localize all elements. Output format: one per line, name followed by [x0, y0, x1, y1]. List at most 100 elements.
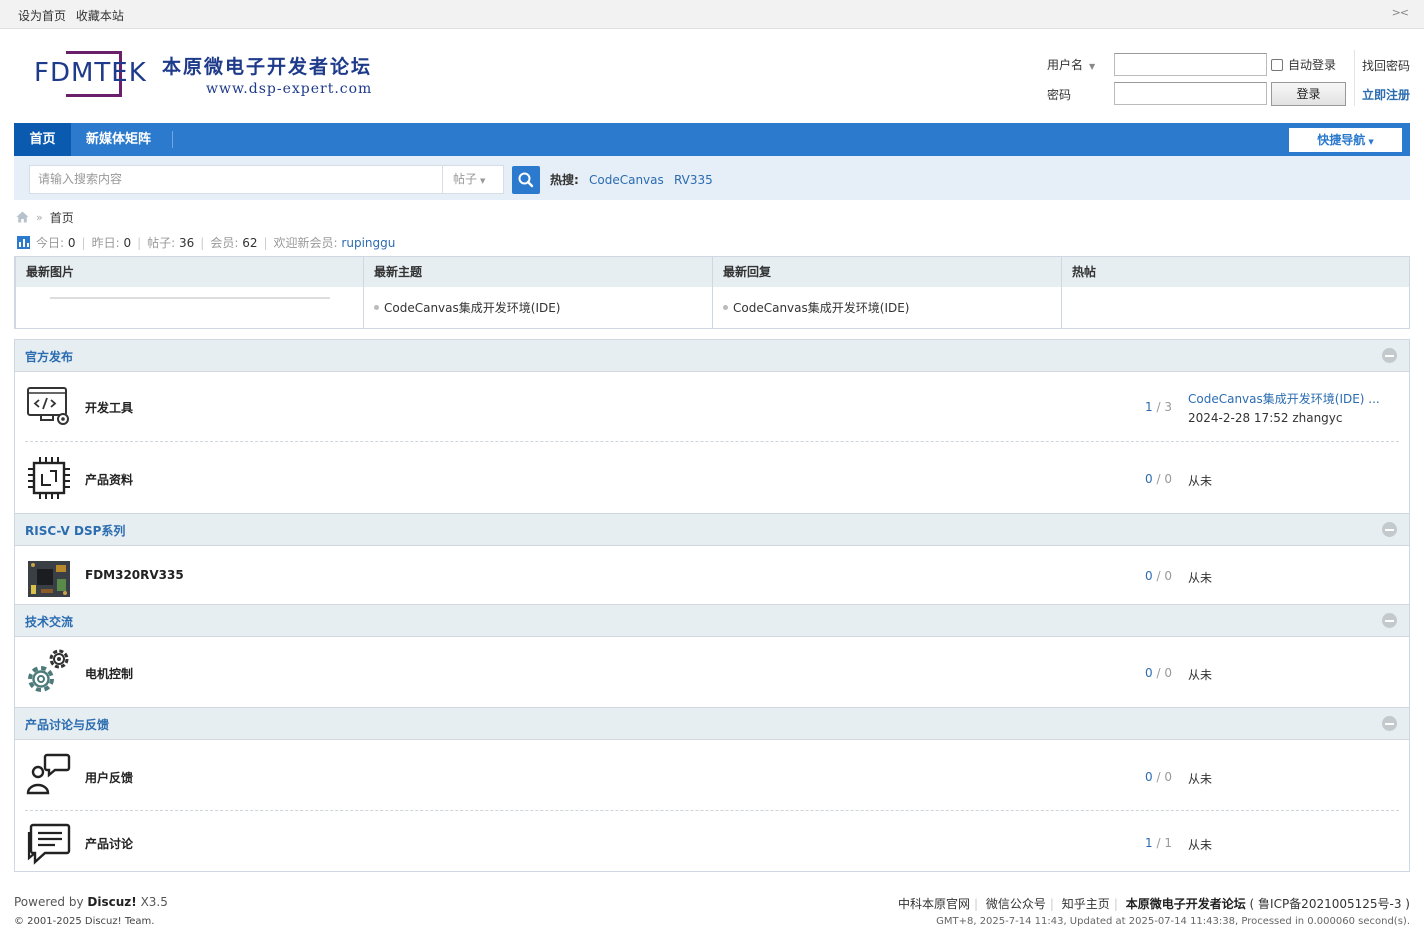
discuz-link[interactable]: Discuz!: [87, 895, 136, 909]
forgot-password-link[interactable]: 找回密码: [1362, 57, 1410, 74]
quick-nav-label: 快捷导航: [1317, 133, 1366, 147]
caret-down-icon: ▼: [480, 177, 486, 185]
forum-name[interactable]: 产品资料: [85, 471, 133, 488]
last-post-meta: 2024-2-28 17:52 zhangyc: [1188, 411, 1343, 425]
last-post-link[interactable]: CodeCanvas集成开发环境(IDE) ...: [1188, 392, 1380, 406]
toggle-width-icon[interactable]: ><: [1392, 6, 1409, 19]
gears-icon[interactable]: [25, 646, 73, 694]
forum-name[interactable]: 产品讨论: [85, 835, 133, 852]
top-toolbar: 设为首页 收藏本站 ><: [0, 0, 1424, 29]
search-input[interactable]: 请输入搜索内容: [29, 165, 443, 194]
collapse-icon[interactable]: [1382, 613, 1397, 628]
stats-posts: 36: [179, 235, 195, 250]
collapse-icon[interactable]: [1382, 716, 1397, 731]
group-title[interactable]: RISC-V DSP系列: [25, 522, 125, 539]
hot-term-link[interactable]: RV335: [674, 173, 713, 187]
forum-name[interactable]: 电机控制: [85, 665, 133, 682]
post-count: 0: [1164, 666, 1172, 680]
powered-by-label: Powered by: [14, 895, 84, 909]
forum-row: 开发工具 1 / 3 CodeCanvas集成开发环境(IDE) ... 202…: [25, 372, 1399, 442]
footer-link[interactable]: 微信公众号: [986, 897, 1046, 911]
group-header: 产品讨论与反馈: [15, 708, 1409, 740]
group-header: 技术交流: [15, 605, 1409, 637]
nav-media[interactable]: 新媒体矩阵: [86, 123, 151, 156]
group-title[interactable]: 产品讨论与反馈: [25, 716, 109, 733]
breadcrumb-home[interactable]: 首页: [50, 209, 74, 226]
forum-row: 用户反馈 0 / 0 从未: [25, 740, 1399, 811]
thread-count: 1: [1145, 400, 1153, 414]
site-logo[interactable]: FDMTEK 本原微电子开发者论坛 www.dsp-expert.com: [30, 46, 430, 106]
copyright: © 2001-2025 Discuz! Team.: [14, 916, 155, 927]
forum-count: 0 / 0: [1145, 472, 1172, 486]
quick-nav-button[interactable]: 快捷导航 ▼: [1289, 128, 1402, 152]
last-post-never: 从未: [1188, 668, 1213, 682]
stats-members: 62: [242, 235, 258, 250]
set-home-link[interactable]: 设为首页: [18, 9, 66, 23]
hot-term-link[interactable]: CodeCanvas: [589, 173, 664, 187]
forum-name[interactable]: FDM320RV335: [85, 568, 184, 582]
chip-icon[interactable]: [25, 454, 73, 502]
post-count: 1: [1164, 836, 1172, 850]
nav-home[interactable]: 首页: [14, 123, 71, 156]
group-title[interactable]: 技术交流: [25, 613, 73, 630]
stats-today-label: 今日:: [36, 236, 65, 250]
username-type-select[interactable]: 用户名 ▼: [1047, 56, 1095, 73]
forum-name[interactable]: 用户反馈: [85, 769, 133, 786]
login-divider: [1354, 50, 1355, 106]
bookmark-link[interactable]: 收藏本站: [76, 9, 124, 23]
post-count: 0: [1164, 472, 1172, 486]
forum-grid: 最新图片 最新主题 CodeCanvas集成开发环境(IDE) 最新回复 Cod…: [14, 256, 1410, 329]
auto-login-checkbox[interactable]: 自动登录: [1271, 56, 1336, 73]
bullet-icon: [723, 305, 728, 310]
username-input[interactable]: [1114, 53, 1267, 76]
grid-header: 最新回复: [723, 265, 772, 279]
password-label: 密码: [1047, 88, 1072, 102]
home-icon[interactable]: [16, 211, 29, 223]
grid-col-images: 最新图片: [15, 257, 364, 328]
code-monitor-icon[interactable]: [25, 383, 73, 431]
footer-link[interactable]: 中科本原官网: [898, 897, 970, 911]
auto-login-label: 自动登录: [1288, 58, 1337, 72]
feedback-icon[interactable]: [25, 751, 73, 799]
search-type-select[interactable]: 帖子 ▼: [442, 165, 504, 194]
footer-link[interactable]: 知乎主页: [1062, 897, 1110, 911]
search-button[interactable]: [512, 166, 540, 194]
search-bar: 请输入搜索内容 帖子 ▼ 热搜: CodeCanvas RV335: [14, 156, 1410, 200]
discuz-version: X3.5: [140, 895, 168, 909]
logo-brand: FDMTEK: [34, 58, 147, 88]
stats-today: 0: [67, 235, 76, 250]
forum-row: 产品资料 0 / 0 从未: [25, 442, 1399, 513]
stats-yesterday: 0: [123, 235, 132, 250]
post-count: 0: [1164, 569, 1172, 583]
collapse-icon[interactable]: [1382, 522, 1397, 537]
stats-yesterday-label: 昨日:: [91, 236, 120, 250]
group-header: 官方发布: [15, 340, 1409, 372]
board-icon[interactable]: [25, 555, 73, 603]
discussion-icon[interactable]: [25, 820, 73, 868]
last-post-never: 从未: [1188, 571, 1213, 585]
search-icon: [518, 172, 534, 188]
latest-reply-link[interactable]: CodeCanvas集成开发环境(IDE): [733, 299, 910, 316]
grid-col-topics: 最新主题 CodeCanvas集成开发环境(IDE): [363, 257, 712, 328]
register-link[interactable]: 立即注册: [1362, 86, 1410, 103]
forum-name[interactable]: 开发工具: [85, 399, 133, 416]
forum-row: 电机控制 0 / 0 从未: [25, 637, 1399, 707]
site-name-link[interactable]: 本原微电子开发者论坛: [1126, 897, 1246, 911]
group-title[interactable]: 官方发布: [25, 348, 73, 365]
thread-count: 0: [1145, 472, 1153, 486]
latest-topic-link[interactable]: CodeCanvas集成开发环境(IDE): [384, 299, 561, 316]
collapse-icon[interactable]: [1382, 348, 1397, 363]
bullet-icon: [374, 305, 379, 310]
forum-stats: 今日: 0 | 昨日: 0 | 帖子: 36 | 会员: 62 | 欢迎新会员:…: [17, 234, 395, 251]
forum-count: 0 / 0: [1145, 666, 1172, 680]
login-button[interactable]: 登录: [1271, 82, 1346, 106]
grid-col-replies: 最新回复 CodeCanvas集成开发环境(IDE): [712, 257, 1061, 328]
icp-link[interactable]: ( 鲁ICP备2021005125号-3 ): [1250, 897, 1410, 911]
grid-col-hot: 热帖: [1061, 257, 1410, 328]
password-input[interactable]: [1114, 82, 1267, 105]
forum-row: FDM320RV335 0 / 0 从未: [25, 546, 1399, 604]
forum-group: 技术交流 电机控制 0 / 0 从未: [14, 604, 1410, 708]
nav-divider: [172, 131, 173, 148]
new-member-link[interactable]: rupinggu: [341, 236, 395, 250]
last-post: CodeCanvas集成开发环境(IDE) ... 2024-2-28 17:5…: [1188, 390, 1380, 425]
